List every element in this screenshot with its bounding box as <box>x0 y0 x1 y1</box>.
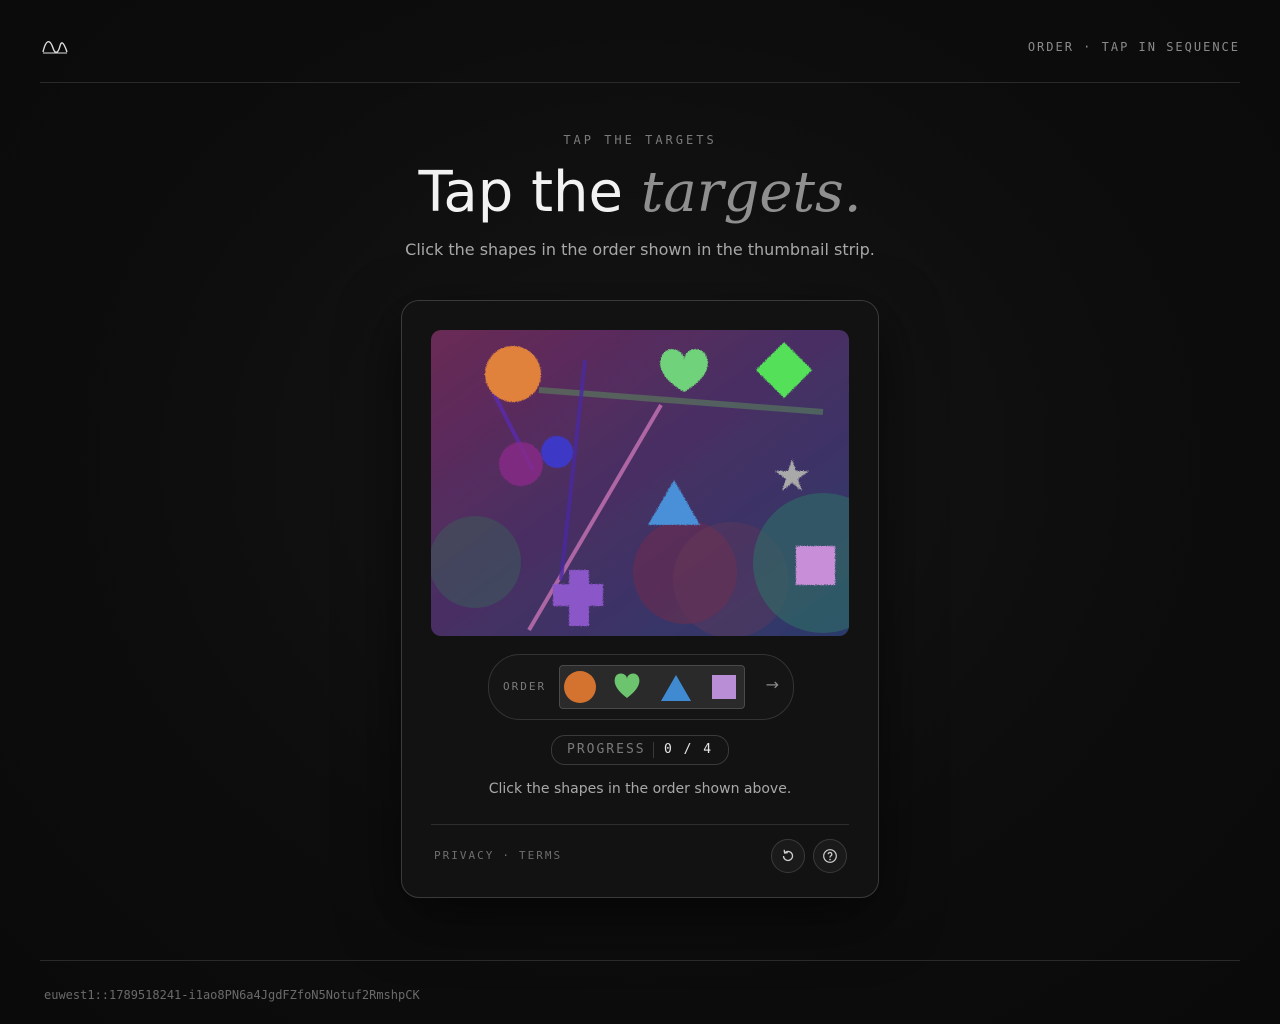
progress-label: PROGRESS <box>567 742 646 757</box>
card-footer: PRIVACY · TERMS <box>431 824 849 897</box>
order-label: ORDER <box>503 680 547 693</box>
session-id: euwest1::1789518241-i1ao8PN6a4JgdFZfoN5N… <box>44 988 420 1002</box>
link-separator: · <box>502 849 511 862</box>
order-strip: ORDER → <box>488 654 794 720</box>
help-button[interactable] <box>813 839 847 873</box>
refresh-icon <box>782 849 794 862</box>
page-footer: euwest1::1789518241-i1ao8PN6a4JgdFZfoN5N… <box>40 960 1240 1002</box>
thumb-circle-icon <box>564 671 596 703</box>
thumb-square-icon <box>712 675 736 699</box>
title-plain: Tap the <box>418 160 623 225</box>
progress-value: 0 / 4 <box>664 742 714 757</box>
thumb-triangle-icon <box>661 675 691 701</box>
distractor-circle <box>499 442 543 486</box>
challenge-canvas-svg[interactable] <box>431 330 849 636</box>
wave-logo-icon <box>42 41 68 54</box>
help-icon <box>823 849 837 863</box>
page-subtitle: Click the shapes in the order shown in t… <box>405 240 875 259</box>
privacy-link[interactable]: PRIVACY <box>434 849 494 862</box>
thumbnail-strip <box>559 665 745 709</box>
header-tag: ORDER · TAP IN SEQUENCE <box>1027 40 1240 54</box>
next-arrow-icon[interactable]: → <box>766 675 779 694</box>
distractor-circle <box>541 436 573 468</box>
refresh-button[interactable] <box>771 839 805 873</box>
footer-links: PRIVACY · TERMS <box>434 849 562 862</box>
progress-divider <box>653 742 654 758</box>
target-orange-circle[interactable] <box>485 346 541 402</box>
thumb-heart-icon <box>614 673 640 698</box>
target-purple-square[interactable] <box>796 546 835 585</box>
top-bar: ORDER · TAP IN SEQUENCE <box>40 0 1240 83</box>
distractor-blob <box>431 516 521 608</box>
page-title: Tap the targets. <box>0 158 1280 228</box>
title-accent: targets. <box>640 160 862 225</box>
progress-indicator: PROGRESS 0 / 4 <box>551 735 729 765</box>
challenge-canvas[interactable] <box>431 330 849 636</box>
terms-link[interactable]: TERMS <box>519 849 562 862</box>
eyebrow: TAP THE TARGETS <box>563 133 717 147</box>
instruction-text: Click the shapes in the order shown abov… <box>488 781 792 797</box>
challenge-card: ORDER → PROGRESS 0 / 4 Click the shapes … <box>401 300 879 898</box>
